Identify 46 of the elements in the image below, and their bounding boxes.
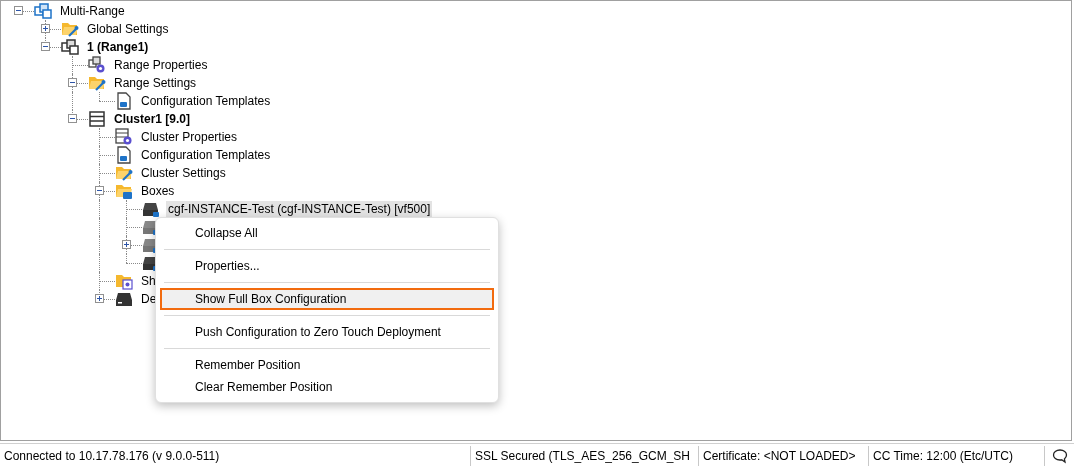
status-text: Connected to 10.17.78.176 (v 9.0.0-511) bbox=[4, 448, 220, 465]
tree-item[interactable]: Multi-Range bbox=[58, 3, 127, 19]
squares-gear-icon bbox=[88, 56, 106, 74]
expand-toggle[interactable] bbox=[95, 294, 104, 303]
chat-icon[interactable] bbox=[1051, 448, 1068, 464]
folder-gear-icon bbox=[115, 272, 133, 290]
tree-item[interactable]: Cluster Settings bbox=[139, 165, 228, 181]
expand-toggle[interactable] bbox=[41, 24, 50, 33]
drive-icon bbox=[115, 290, 133, 308]
tree-item[interactable]: De bbox=[139, 291, 159, 307]
tree-item[interactable]: Boxes bbox=[139, 183, 177, 199]
collapse-toggle[interactable] bbox=[95, 186, 104, 195]
tree-item[interactable]: Range Settings bbox=[112, 75, 199, 91]
status-text: CC Time: 12:00 (Etc/UTC) bbox=[873, 448, 1014, 465]
tree-item[interactable]: 1 (Range1) bbox=[85, 39, 151, 55]
collapse-toggle[interactable] bbox=[41, 42, 50, 51]
document-icon bbox=[115, 146, 133, 164]
tree-item[interactable]: Cluster1 [9.0] bbox=[112, 111, 193, 127]
menu-item[interactable]: Show Full Box Configuration bbox=[160, 288, 494, 310]
folder-drive-icon bbox=[115, 182, 133, 200]
folder-wrench-icon bbox=[61, 20, 79, 38]
drive-icon bbox=[142, 200, 160, 218]
tree-item[interactable]: Sh bbox=[139, 273, 158, 289]
tree-item[interactable]: Configuration Templates bbox=[139, 93, 273, 109]
menu-item[interactable]: Properties... bbox=[160, 255, 494, 277]
tree-item[interactable]: Configuration Templates bbox=[139, 147, 273, 163]
folder-wrench-icon bbox=[88, 74, 106, 92]
folder-wrench-icon bbox=[115, 164, 133, 182]
menu-item[interactable]: Collapse All bbox=[160, 222, 494, 244]
menu-item[interactable]: Clear Remember Position bbox=[160, 376, 494, 398]
server-icon bbox=[88, 110, 106, 128]
tree-item[interactable]: cgf-INSTANCE-Test (cgf-INSTANCE-Test) [vf500] bbox=[166, 201, 433, 217]
document-icon bbox=[115, 92, 133, 110]
menu-item[interactable]: Push Configuration to Zero Touch Deployment bbox=[160, 321, 494, 343]
tree-item[interactable]: Range Properties bbox=[112, 57, 210, 73]
menu-item[interactable]: Remember Position bbox=[160, 354, 494, 376]
collapse-toggle[interactable] bbox=[68, 114, 77, 123]
server-gear-icon bbox=[115, 128, 133, 146]
collapse-toggle[interactable] bbox=[68, 78, 77, 87]
status-text: Certificate: <NOT LOADED> bbox=[703, 448, 856, 465]
tree-item[interactable]: Global Settings bbox=[85, 21, 171, 37]
expand-toggle[interactable] bbox=[122, 240, 131, 249]
collapse-toggle[interactable] bbox=[14, 6, 23, 15]
tree-item[interactable]: Cluster Properties bbox=[139, 129, 240, 145]
status-text: SSL Secured (TLS_AES_256_GCM_SH bbox=[475, 448, 690, 465]
stacked-squares-icon bbox=[61, 38, 79, 56]
